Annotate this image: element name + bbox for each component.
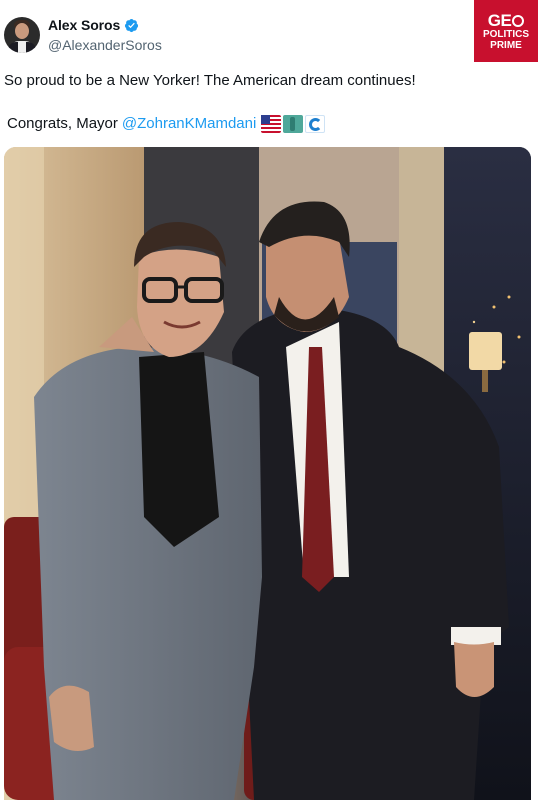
- tweet-text-prefix: Congrats, Mayor: [7, 115, 118, 132]
- logo-line2: POLITICS: [482, 28, 530, 40]
- author-display-name[interactable]: Alex Soros: [48, 17, 120, 33]
- tweet-text: So proud to be a New Yorker! The America…: [4, 72, 416, 89]
- author-avatar[interactable]: [4, 17, 40, 53]
- geopolitics-prime-logo: GE POLITICS PRIME: [474, 0, 538, 62]
- avatar-jacket-left: [8, 42, 18, 53]
- logo-globe-icon: [512, 14, 525, 27]
- author-name-row: Alex Soros: [48, 17, 139, 33]
- logo-line1: GE: [487, 10, 512, 30]
- avatar-jacket-right: [26, 42, 36, 53]
- mention-link[interactable]: @ZohranKMamdani: [122, 114, 256, 134]
- verified-badge-icon: [125, 18, 139, 32]
- photo-illustration: [4, 147, 531, 800]
- logo-geo-text: GE: [488, 12, 525, 29]
- statue-of-liberty-emoji-icon: [283, 115, 304, 133]
- avatar-face: [15, 23, 29, 39]
- tweet-photo[interactable]: [4, 147, 531, 800]
- author-handle[interactable]: @AlexanderSoros: [48, 37, 162, 53]
- water-wave-emoji-icon: [305, 115, 326, 133]
- us-flag-emoji-icon: [261, 115, 282, 133]
- tweet-text-line2: Congrats, Mayor @ZohranKMamdani: [7, 114, 326, 134]
- logo-line3: PRIME: [490, 39, 522, 51]
